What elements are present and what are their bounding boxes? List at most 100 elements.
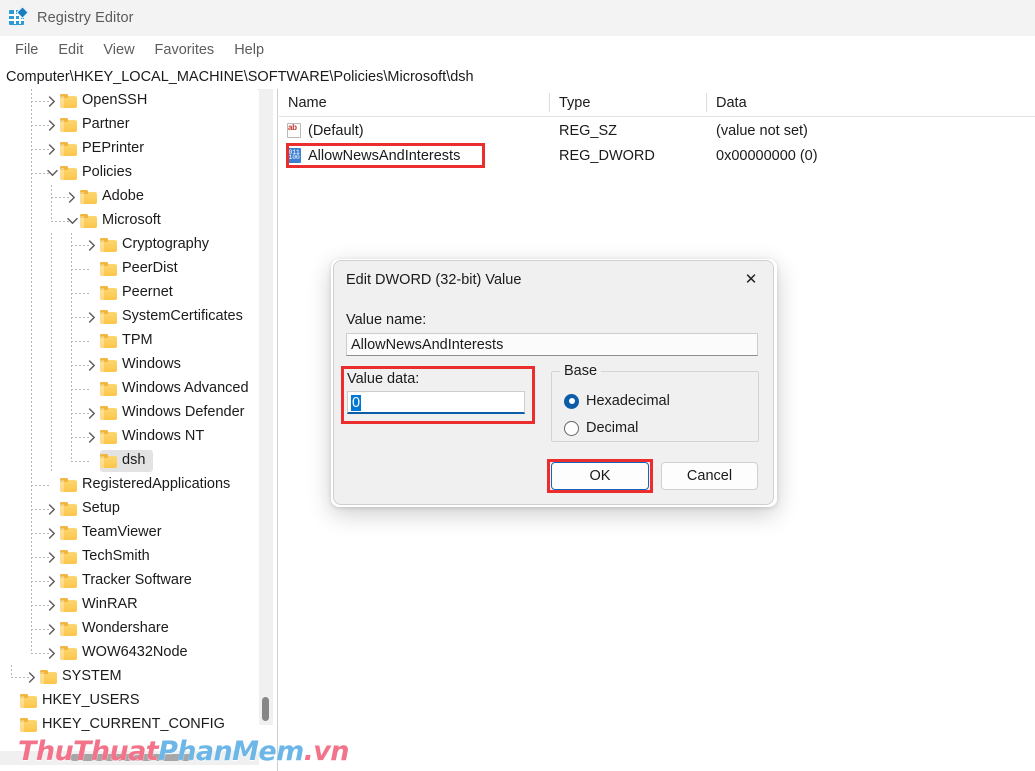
value-type-cell: REG_SZ xyxy=(559,122,618,139)
tree-item-hkey-users[interactable]: HKEY_USERS xyxy=(0,689,258,713)
menu-bar: File Edit View Favorites Help xyxy=(0,36,1035,64)
chevron-right-icon[interactable] xyxy=(44,497,60,521)
registry-editor-icon xyxy=(9,6,29,27)
tree-item-windows-advanced[interactable]: Windows Advanced xyxy=(0,377,258,401)
chevron-down-icon[interactable] xyxy=(44,161,60,185)
tree-item-partner[interactable]: Partner xyxy=(0,113,258,137)
tree-item-label: Tracker Software xyxy=(82,572,192,589)
tree-item-techsmith[interactable]: TechSmith xyxy=(0,545,258,569)
folder-icon xyxy=(100,262,117,276)
folder-icon xyxy=(60,550,77,564)
chevron-right-icon[interactable] xyxy=(84,305,100,329)
tree-item-adobe[interactable]: Adobe xyxy=(0,185,258,209)
tree-vertical-scroll-thumb[interactable] xyxy=(262,697,269,721)
chevron-right-icon[interactable] xyxy=(44,113,60,137)
tree-item-openssh[interactable]: OpenSSH xyxy=(0,89,258,113)
address-bar[interactable]: Computer\HKEY_LOCAL_MACHINE\SOFTWARE\Pol… xyxy=(0,64,1035,90)
tree-item-hkey-current-config[interactable]: HKEY_CURRENT_CONFIG xyxy=(0,713,258,737)
tree-item-tracker-software[interactable]: Tracker Software xyxy=(0,569,258,593)
menu-item-help[interactable]: Help xyxy=(225,39,273,61)
tree-item-tpm[interactable]: TPM xyxy=(0,329,258,353)
tree-item-peprinter[interactable]: PEPrinter xyxy=(0,137,258,161)
folder-icon xyxy=(40,670,57,684)
value-data-input[interactable]: 0 xyxy=(347,391,525,414)
column-header-data[interactable]: Data xyxy=(707,89,1035,116)
tree-vertical-scrollbar[interactable] xyxy=(259,89,273,725)
tree-item-microsoft[interactable]: Microsoft xyxy=(0,209,258,233)
tree-item-peerdist[interactable]: PeerDist xyxy=(0,257,258,281)
tree-item-label: SystemCertificates xyxy=(122,308,243,325)
chevron-right-icon[interactable] xyxy=(64,185,80,209)
chevron-right-icon[interactable] xyxy=(44,617,60,641)
tree-item-label: TPM xyxy=(122,332,153,349)
tree-item-setup[interactable]: Setup xyxy=(0,497,258,521)
chevron-right-icon[interactable] xyxy=(44,137,60,161)
menu-item-file[interactable]: File xyxy=(6,39,47,61)
cancel-button[interactable]: Cancel xyxy=(661,462,758,490)
tree-item-winrar[interactable]: WinRAR xyxy=(0,593,258,617)
chevron-right-icon[interactable] xyxy=(44,89,60,113)
chevron-right-icon[interactable] xyxy=(84,425,100,449)
menu-item-edit[interactable]: Edit xyxy=(49,39,92,61)
tree-item-windows-defender[interactable]: Windows Defender xyxy=(0,401,258,425)
tree-item-policies[interactable]: Policies xyxy=(0,161,258,185)
tree-item-label: WOW6432Node xyxy=(82,644,188,661)
tree-item-windows-nt[interactable]: Windows NT xyxy=(0,425,258,449)
folder-icon xyxy=(60,142,77,156)
radio-hexadecimal[interactable]: Hexadecimal xyxy=(564,393,670,409)
tree-item-system[interactable]: SYSTEM xyxy=(0,665,258,689)
value-name-text: AllowNewsAndInterests xyxy=(308,147,461,164)
column-header-name[interactable]: Name xyxy=(279,89,549,116)
tree-item-teamviewer[interactable]: TeamViewer xyxy=(0,521,258,545)
radio-hexadecimal-label: Hexadecimal xyxy=(586,393,670,409)
tree-item-dsh[interactable]: dsh xyxy=(0,449,258,473)
tree-item-wow6432node[interactable]: WOW6432Node xyxy=(0,641,258,665)
chevron-placeholder xyxy=(4,689,20,713)
menu-item-favorites[interactable]: Favorites xyxy=(146,39,224,61)
folder-icon xyxy=(20,694,37,708)
chevron-placeholder xyxy=(84,449,100,473)
chevron-right-icon[interactable] xyxy=(44,569,60,593)
dialog-titlebar: Edit DWORD (32-bit) Value ✕ xyxy=(334,261,773,301)
folder-icon xyxy=(100,430,117,444)
registry-tree-pane[interactable]: OpenSSH Partner PEPrinter Policies Adobe Micr… xyxy=(0,89,258,749)
folder-icon xyxy=(60,118,77,132)
tree-item-label: Windows xyxy=(122,356,181,373)
tree-item-windows[interactable]: Windows xyxy=(0,353,258,377)
folder-icon xyxy=(100,238,117,252)
folder-icon xyxy=(60,574,77,588)
close-icon[interactable]: ✕ xyxy=(729,261,773,297)
site-watermark: ThuThuatPhanMem.vn xyxy=(18,736,350,767)
chevron-right-icon[interactable] xyxy=(24,665,40,689)
chevron-right-icon[interactable] xyxy=(84,353,100,377)
tree-item-peernet[interactable]: Peernet xyxy=(0,281,258,305)
menu-item-view[interactable]: View xyxy=(94,39,143,61)
chevron-down-icon[interactable] xyxy=(64,209,80,233)
chevron-right-icon[interactable] xyxy=(44,641,60,665)
tree-item-systemcertificates[interactable]: SystemCertificates xyxy=(0,305,258,329)
chevron-right-icon[interactable] xyxy=(44,545,60,569)
chevron-right-icon[interactable] xyxy=(84,401,100,425)
column-header-type[interactable]: Type xyxy=(550,89,706,116)
radio-decimal[interactable]: Decimal xyxy=(564,420,638,436)
chevron-right-icon[interactable] xyxy=(44,593,60,617)
chevron-right-icon[interactable] xyxy=(84,233,100,257)
tree-item-label: SYSTEM xyxy=(62,668,122,685)
watermark-part-3: .vn xyxy=(303,736,350,767)
folder-icon xyxy=(100,454,117,468)
radio-decimal-indicator[interactable] xyxy=(564,420,579,436)
tree-item-cryptography[interactable]: Cryptography xyxy=(0,233,258,257)
tree-item-label: RegisteredApplications xyxy=(82,476,231,493)
tree-item-wondershare[interactable]: Wondershare xyxy=(0,617,258,641)
tree-item-registeredapplications[interactable]: RegisteredApplications xyxy=(0,473,258,497)
folder-icon xyxy=(60,646,77,660)
table-row[interactable]: (Default) REG_SZ (value not set) xyxy=(279,118,1035,143)
ok-button[interactable]: OK xyxy=(551,462,649,490)
radio-hexadecimal-indicator[interactable] xyxy=(564,393,579,409)
chevron-right-icon[interactable] xyxy=(44,521,60,545)
folder-icon xyxy=(100,406,117,420)
table-row[interactable]: 011 100 AllowNewsAndInterests REG_DWORD 0… xyxy=(279,143,1035,168)
value-name-input[interactable]: AllowNewsAndInterests xyxy=(346,333,758,356)
value-data-cell: (value not set) xyxy=(716,122,808,139)
tree-item-label: Setup xyxy=(82,500,120,517)
